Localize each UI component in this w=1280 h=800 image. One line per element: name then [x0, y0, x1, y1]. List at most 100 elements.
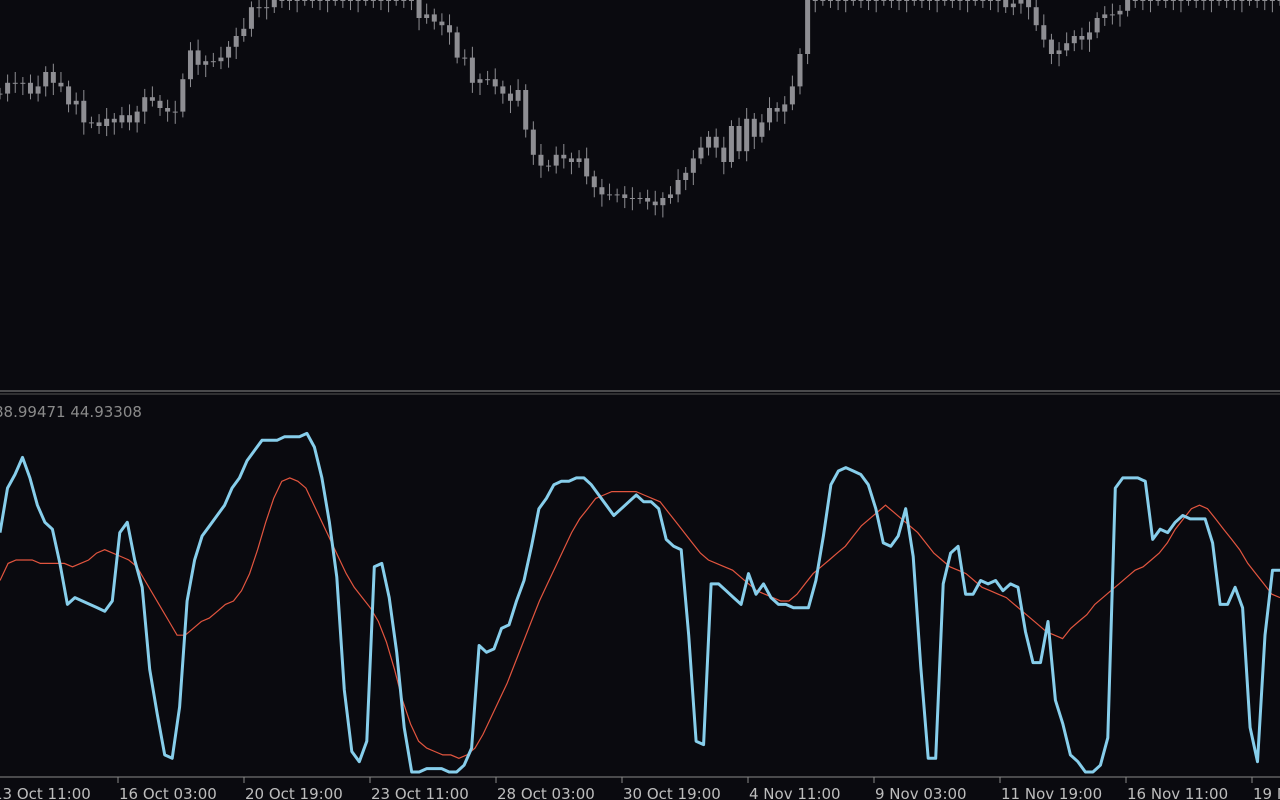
candle — [850, 0, 856, 6]
candle — [896, 0, 902, 11]
candle — [759, 114, 765, 143]
candle — [462, 49, 468, 66]
trading-chart-window[interactable]: 88.99471 44.93308 13 Oct 11:00 16 Oct 03:… — [0, 0, 1280, 800]
candle — [1094, 12, 1100, 39]
candle — [149, 86, 155, 107]
candle — [302, 0, 308, 6]
candle — [1087, 21, 1093, 52]
candle — [485, 70, 491, 85]
candle — [568, 152, 574, 175]
candle — [1163, 0, 1169, 8]
candle — [1262, 0, 1268, 11]
candle — [530, 121, 536, 165]
candle — [736, 117, 742, 160]
candle — [294, 0, 300, 13]
time-tick-label: 23 Oct 11:00 — [371, 785, 469, 800]
candle — [378, 0, 384, 11]
candle — [393, 0, 399, 6]
candle — [340, 0, 346, 8]
candle — [805, 0, 811, 65]
candle — [1010, 0, 1016, 16]
candle — [675, 169, 681, 203]
candle — [1155, 0, 1161, 6]
candle — [1056, 42, 1062, 67]
candle — [957, 0, 963, 11]
time-axis: 13 Oct 11:00 16 Oct 03:00 20 Oct 19:00 23 O… — [0, 776, 1280, 800]
candle — [355, 0, 361, 13]
candle — [1125, 0, 1131, 17]
candle — [134, 105, 140, 133]
candle — [43, 66, 49, 97]
candle — [431, 8, 437, 30]
indicator-pane[interactable]: 88.99471 44.93308 — [0, 403, 1280, 774]
candle — [584, 147, 590, 185]
candle — [789, 75, 795, 111]
candle — [73, 92, 79, 115]
candle — [1109, 3, 1115, 25]
time-tick-label: 11 Nov 19:00 — [1001, 785, 1102, 800]
candle — [614, 188, 620, 203]
candle — [195, 39, 201, 75]
candle — [1201, 0, 1207, 11]
candle — [287, 0, 293, 11]
candle — [203, 55, 209, 78]
candle — [1239, 0, 1245, 13]
candle — [599, 178, 605, 207]
candle — [447, 14, 453, 45]
price-pane[interactable] — [0, 0, 1280, 218]
candle — [500, 80, 506, 104]
candle — [1033, 0, 1039, 31]
time-tick-label: 16 Nov 11:00 — [1127, 785, 1228, 800]
candle — [1018, 0, 1024, 14]
time-tick-label: 19 Nov 03:00 — [1253, 785, 1280, 800]
candle — [713, 128, 719, 158]
candle — [454, 26, 460, 64]
candle — [706, 131, 712, 156]
time-tick-label: 16 Oct 03:00 — [119, 785, 217, 800]
candle — [1003, 0, 1009, 13]
candle — [1071, 30, 1077, 52]
candle — [774, 102, 780, 122]
time-tick-label: 9 Nov 03:00 — [875, 785, 967, 800]
candle — [1041, 14, 1047, 48]
main-line — [0, 431, 1280, 774]
candle — [1178, 0, 1184, 13]
candle — [241, 18, 247, 42]
candle — [965, 0, 971, 13]
candle — [1140, 0, 1146, 11]
candle — [226, 41, 232, 68]
candle — [523, 84, 529, 138]
candle — [1026, 0, 1032, 20]
candle — [172, 100, 178, 124]
candle — [66, 80, 72, 113]
candle — [165, 99, 171, 122]
candle — [919, 0, 925, 8]
candle — [5, 74, 11, 102]
chart-canvas[interactable]: 88.99471 44.93308 13 Oct 11:00 16 Oct 03:… — [0, 0, 1280, 800]
candle — [492, 68, 498, 95]
candle — [1193, 0, 1199, 8]
candle — [332, 0, 338, 6]
candle — [1132, 0, 1138, 8]
candle — [50, 63, 56, 96]
candle — [210, 52, 216, 67]
candle — [1224, 0, 1230, 8]
candle — [35, 75, 41, 102]
candle — [325, 0, 331, 13]
candle — [12, 72, 18, 93]
candle — [1247, 0, 1253, 6]
candle — [96, 114, 102, 134]
candle — [180, 73, 186, 118]
candle — [645, 189, 651, 210]
candle — [187, 42, 193, 88]
candle — [820, 0, 826, 6]
candle — [1186, 0, 1192, 6]
candle — [401, 0, 407, 8]
candle — [911, 0, 917, 6]
candle — [607, 183, 613, 201]
candle — [987, 0, 993, 11]
candle — [721, 136, 727, 175]
candle — [1254, 0, 1260, 8]
candle — [1208, 0, 1214, 13]
candle — [104, 108, 110, 137]
